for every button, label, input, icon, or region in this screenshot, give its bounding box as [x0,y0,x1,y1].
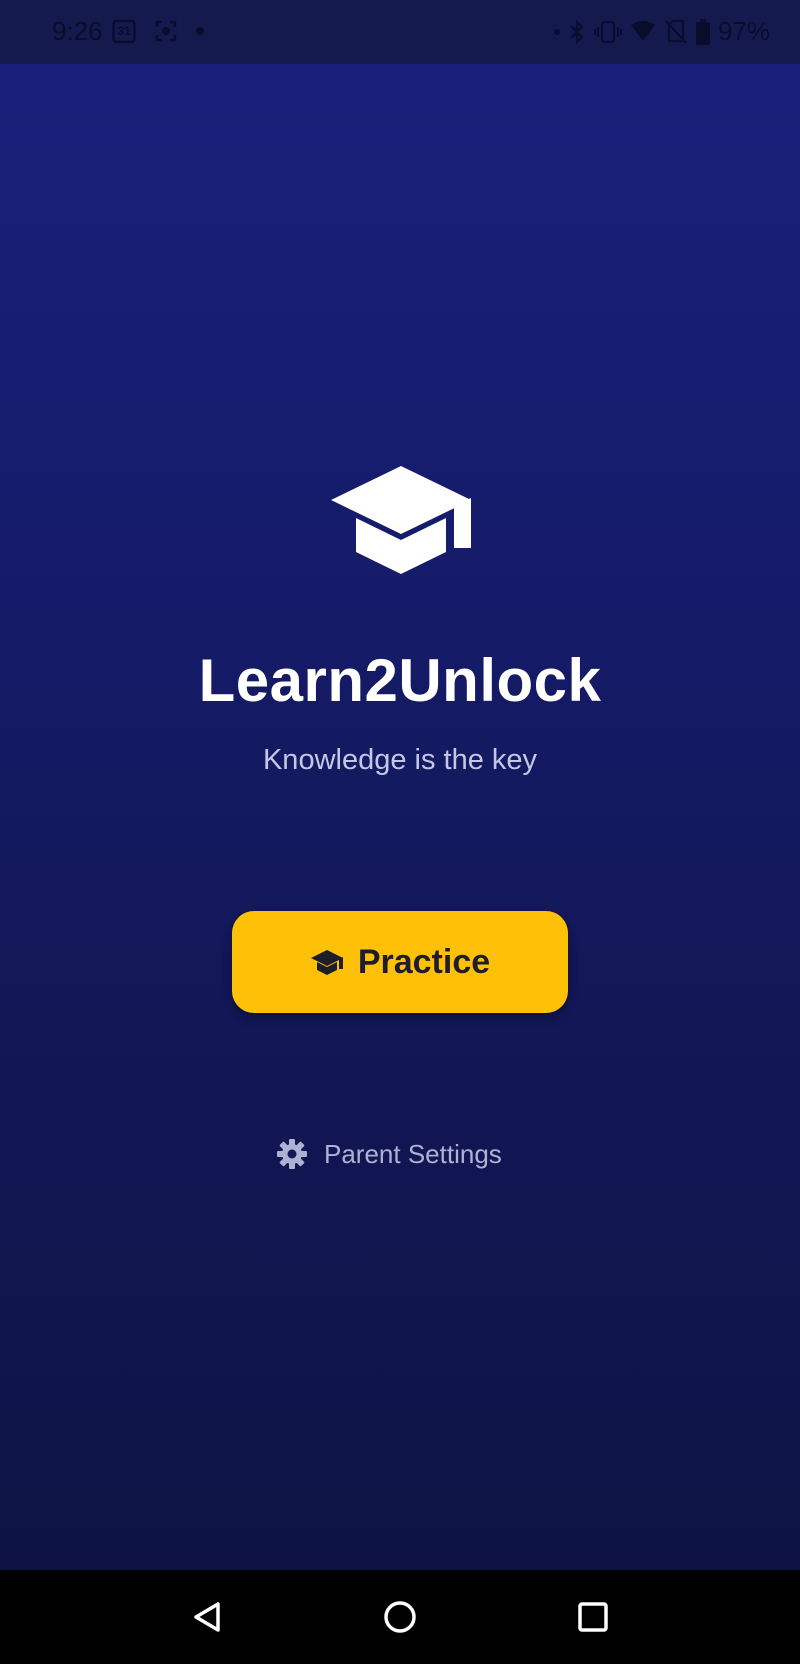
calendar-icon: 31 [112,18,136,44]
practice-label: Practice [357,942,491,981]
notification-dot-icon [553,28,560,35]
parent-settings-label: Parent Settings [324,1138,502,1169]
calendar-day: 31 [117,24,131,38]
battery-icon [695,18,710,45]
back-icon[interactable] [184,1594,230,1640]
vibrate-icon [593,19,622,45]
wifi-icon [630,19,656,45]
graduation-cap-icon [326,450,476,580]
status-bar: 9:26 31 97% [0,0,800,64]
app-title: Learn2Unlock [198,647,602,714]
practice-button[interactable]: Practice [232,911,568,1013]
home-icon[interactable] [377,1594,423,1640]
screen-record-icon [154,19,178,43]
parent-settings-button[interactable]: Parent Settings [276,1134,502,1174]
graduation-cap-icon [310,947,344,977]
recents-icon[interactable] [570,1594,616,1640]
no-sim-icon [664,19,688,45]
navigation-bar [0,1570,800,1664]
home-screen: Learn2Unlock Knowledge is the key Practi… [0,64,800,1570]
gear-icon [276,1138,308,1170]
battery-percent: 97% [717,16,770,46]
notification-dot-icon [196,27,204,35]
status-time: 9:26 [52,16,103,46]
bluetooth-icon [568,18,586,45]
app-tagline: Knowledge is the key [262,744,538,776]
